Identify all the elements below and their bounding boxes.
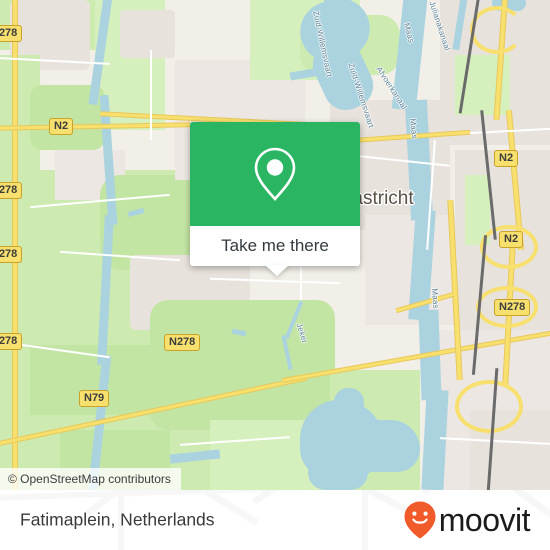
footer-bar: Fatimaplein, Netherlands moovit (0, 490, 550, 550)
moovit-wordmark: moovit (438, 502, 531, 538)
popup-tail (265, 265, 289, 276)
road-shield-n278-1[interactable]: N278 (0, 25, 23, 42)
moovit-place-card: Maastricht Zuid-Willemsvaart Zuid-Willem… (0, 0, 550, 550)
road-shield-n2-1[interactable]: N2 (49, 118, 74, 135)
road-shield-n278-4[interactable]: N278 (0, 333, 23, 350)
map-canvas[interactable]: Maastricht Zuid-Willemsvaart Zuid-Willem… (0, 0, 550, 490)
place-popup-card[interactable]: Take me there (190, 122, 360, 266)
moovit-smiley-pin-icon (404, 501, 436, 539)
road-shield-n278-3[interactable]: N278 (0, 246, 23, 263)
take-me-there-button[interactable]: Take me there (190, 226, 360, 266)
road-shield-n278-5[interactable]: N278 (164, 334, 201, 351)
map-pin-icon (254, 147, 296, 201)
take-me-there-label: Take me there (221, 236, 329, 255)
road-shield-n278-6[interactable]: N278 (494, 299, 531, 316)
road-shield-n2-3[interactable]: N2 (499, 231, 524, 248)
osm-attribution[interactable]: © OpenStreetMap contributors (0, 468, 181, 490)
road-shield-n2-2[interactable]: N2 (494, 150, 519, 167)
moovit-logo[interactable]: moovit (403, 500, 531, 540)
place-title: Fatimaplein, Netherlands (20, 509, 215, 530)
road-shield-n79[interactable]: N79 (79, 390, 110, 407)
road-shield-n278-2[interactable]: N278 (0, 182, 23, 199)
popup-icon-area (190, 122, 360, 226)
